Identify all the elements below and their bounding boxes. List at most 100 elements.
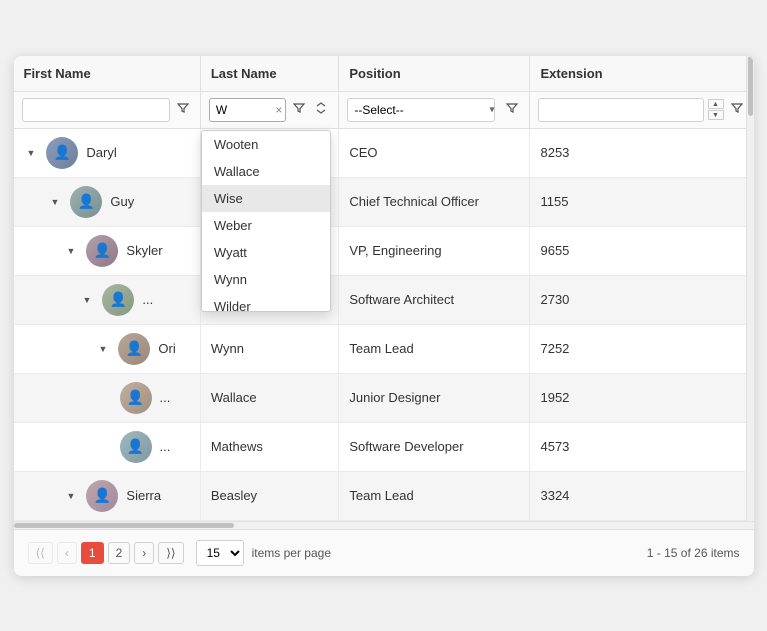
extension-spin-down[interactable]: ▼	[708, 110, 724, 120]
filter-cell-first-name	[14, 91, 201, 128]
data-table: First Name Last Name Position Extension	[14, 56, 754, 521]
table-body: ▼ 👤 Daryl CEO 8253	[14, 128, 754, 520]
last-name-cell: Wallace	[200, 373, 339, 422]
avatar-mathews: 👤	[120, 431, 152, 463]
first-name-cell: 👤 ...	[14, 373, 201, 422]
last-name-sort-btn[interactable]	[312, 100, 330, 119]
expand-btn-sierra[interactable]: ▼	[64, 489, 79, 503]
first-name-cell: ▼ 👤 Skyler	[14, 226, 201, 275]
dropdown-item-wise[interactable]: Wise	[202, 185, 330, 212]
position-filter-select[interactable]: --Select-- CEO Chief Technical Officer V…	[347, 98, 495, 122]
dropdown-item-wynn[interactable]: Wynn	[202, 266, 330, 293]
h-scroll-thumb[interactable]	[14, 523, 234, 528]
avatar-guy: 👤	[70, 186, 102, 218]
extension-cell: 4573	[530, 422, 754, 471]
table-row: ▼ 👤 Ori Wynn Team Lead 7252	[14, 324, 754, 373]
last-name-cell: Mathews	[200, 422, 339, 471]
table-row: ▼ 👤 Daryl CEO 8253	[14, 128, 754, 177]
position-cell: Team Lead	[339, 471, 530, 520]
first-name-cell: 👤 ...	[14, 422, 201, 471]
first-name-cell: ▼ 👤 Guy	[14, 177, 201, 226]
position-cell: Junior Designer	[339, 373, 530, 422]
filter-row: ×	[14, 91, 754, 128]
first-name-filter-input[interactable]	[22, 98, 170, 122]
last-name-filter-btn[interactable]	[290, 100, 308, 119]
table-row: ▼ 👤 Guy Chief Technical Officer 1155	[14, 177, 754, 226]
extension-cell: 1155	[530, 177, 754, 226]
first-name-skyler: Skyler	[126, 243, 162, 258]
dropdown-item-weber[interactable]: Weber	[202, 212, 330, 239]
avatar-ori: 👤	[118, 333, 150, 365]
last-name-cell: Beasley	[200, 471, 339, 520]
table-row: 👤 ... Mathews Software Developer 4573	[14, 422, 754, 471]
header-row: First Name Last Name Position Extension	[14, 56, 754, 92]
expand-btn-daryl[interactable]: ▼	[24, 146, 39, 160]
first-name-guy: Guy	[110, 194, 134, 209]
first-name-daryl: Daryl	[86, 145, 116, 160]
last-page-btn[interactable]: ⟩⟩	[158, 542, 183, 564]
extension-cell: 9655	[530, 226, 754, 275]
extension-cell: 7252	[530, 324, 754, 373]
table-row: ▼ 👤 ... Software Architect 2730	[14, 275, 754, 324]
page-2-btn[interactable]: 2	[108, 542, 131, 564]
first-name-mathews: ...	[160, 439, 171, 454]
extension-filter-input[interactable]	[538, 98, 703, 122]
table-scroll-container: First Name Last Name Position Extension	[14, 56, 754, 521]
dropdown-item-wooten[interactable]: Wooten	[202, 131, 330, 158]
next-page-btn[interactable]: ›	[134, 542, 154, 564]
expand-btn-ori[interactable]: ▼	[96, 342, 111, 356]
first-name-cell: ▼ 👤 Sierra	[14, 471, 201, 520]
first-name-filter-btn[interactable]	[174, 100, 192, 119]
expand-btn-guy[interactable]: ▼	[48, 195, 63, 209]
filter-icon-2	[293, 102, 305, 114]
position-cell: CEO	[339, 128, 530, 177]
last-name-dropdown: Wooten Wallace Wise Weber Wyatt Wynn Wil…	[201, 130, 331, 312]
sort-icon	[315, 102, 327, 114]
vertical-scrollbar[interactable]	[746, 56, 754, 521]
table-row: ▼ 👤 Skyler VP, Engineering 9655	[14, 226, 754, 275]
position-cell: Software Architect	[339, 275, 530, 324]
expand-btn-skyler[interactable]: ▼	[64, 244, 79, 258]
filter-cell-last-name: ×	[200, 91, 339, 128]
per-page-select[interactable]: 10 15 20 25 50	[196, 540, 244, 566]
avatar-daryl: 👤	[46, 137, 78, 169]
avatar-sierra: 👤	[86, 480, 118, 512]
last-name-input-wrapper: ×	[209, 98, 287, 122]
last-name-clear-btn[interactable]: ×	[275, 104, 282, 116]
extension-filter-btn[interactable]	[728, 100, 746, 119]
page-1-btn[interactable]: 1	[81, 542, 104, 564]
horizontal-scrollbar[interactable]	[14, 521, 754, 529]
dropdown-item-wyatt[interactable]: Wyatt	[202, 239, 330, 266]
first-page-btn[interactable]: ⟨⟨	[28, 542, 53, 564]
first-name-wallace: ...	[160, 390, 171, 405]
main-card: First Name Last Name Position Extension	[14, 56, 754, 576]
position-cell: Chief Technical Officer	[339, 177, 530, 226]
extension-cell: 8253	[530, 128, 754, 177]
avatar-skyler: 👤	[86, 235, 118, 267]
position-cell: VP, Engineering	[339, 226, 530, 275]
dropdown-item-wilder[interactable]: Wilder	[202, 293, 330, 311]
dropdown-item-wallace[interactable]: Wallace	[202, 158, 330, 185]
filter-icon	[177, 102, 189, 114]
position-filter-btn[interactable]	[503, 100, 521, 119]
filter-cell-position: --Select-- CEO Chief Technical Officer V…	[339, 91, 530, 128]
table-row: ▼ 👤 Sierra Beasley Team Lead 3324	[14, 471, 754, 520]
first-name-cell: ▼ 👤 Ori	[14, 324, 201, 373]
extension-spinner: ▲ ▼	[708, 99, 724, 120]
extension-cell: 3324	[530, 471, 754, 520]
first-name-ori: Ori	[158, 341, 175, 356]
extension-spin-up[interactable]: ▲	[708, 99, 724, 109]
position-cell: Software Developer	[339, 422, 530, 471]
col-first-name: First Name	[14, 56, 201, 92]
extension-cell: 2730	[530, 275, 754, 324]
filter-cell-extension: ▲ ▼	[530, 91, 754, 128]
table-row: 👤 ... Wallace Junior Designer 1952	[14, 373, 754, 422]
position-select-wrapper: --Select-- CEO Chief Technical Officer V…	[347, 98, 499, 122]
prev-page-btn[interactable]: ‹	[57, 542, 77, 564]
expand-btn-nested1[interactable]: ▼	[80, 293, 95, 307]
col-last-name: Last Name	[200, 56, 339, 92]
filter-icon-4	[731, 102, 743, 114]
col-extension: Extension	[530, 56, 754, 92]
scroll-thumb[interactable]	[748, 56, 753, 116]
pagination-range: 1 - 15 of 26 items	[647, 546, 740, 560]
